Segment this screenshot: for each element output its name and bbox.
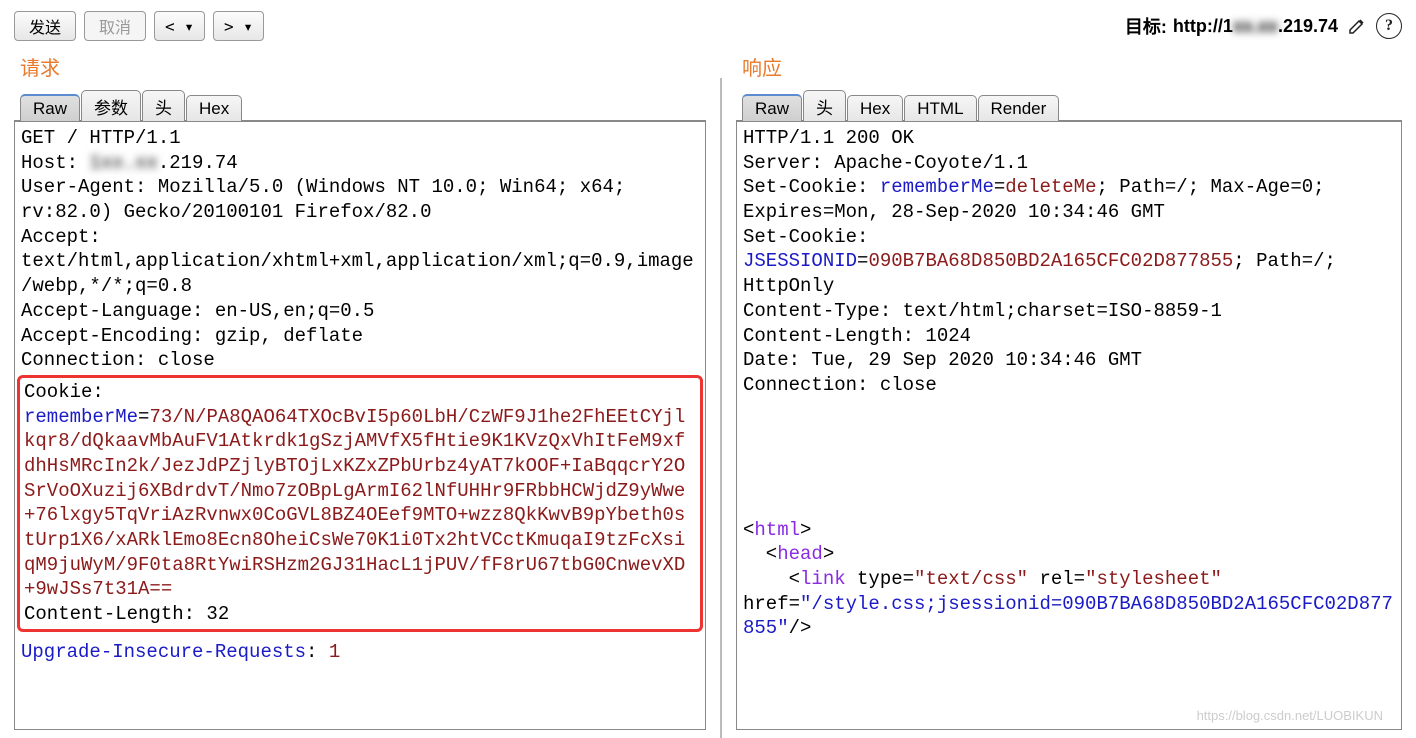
response-title: 响应 <box>742 52 1402 81</box>
response-raw[interactable]: HTTP/1.1 200 OK Server: Apache-Coyote/1.… <box>737 122 1401 729</box>
cancel-button[interactable]: 取消 <box>84 11 146 41</box>
body-html-open: <html> <box>743 518 1395 543</box>
set-cookie-2: Set-Cookie: JSESSIONID=090B7BA68D850BD2A… <box>743 225 1395 299</box>
target-prefix: 目标: <box>1125 13 1167 39</box>
cookie-label: Cookie: <box>24 380 696 405</box>
body-head-open: <head> <box>743 542 1395 567</box>
target-url-prefix: http://1 <box>1173 16 1233 36</box>
tab-resp-headers[interactable]: 头 <box>803 90 846 121</box>
next-button[interactable]: > ▾ <box>213 11 264 41</box>
request-raw[interactable]: GET / HTTP/1.1 Host: 1xx.xx.219.74 User-… <box>15 122 705 729</box>
accept-enc-header: Accept-Encoding: gzip, deflate <box>21 324 699 349</box>
tab-resp-raw[interactable]: Raw <box>742 94 802 121</box>
connection-header: Connection: close <box>21 348 699 373</box>
accept-header: Accept: text/html,application/xhtml+xml,… <box>21 225 699 299</box>
prev-button[interactable]: < ▾ <box>154 11 205 41</box>
cookie-highlight: Cookie: rememberMe=73/N/PA8QAO64TXOcBvI5… <box>17 375 703 632</box>
request-pane: 请求 Raw 参数 头 Hex GET / HTTP/1.1 Host: 1xx… <box>0 48 720 738</box>
date-header: Date: Tue, 29 Sep 2020 10:34:46 GMT <box>743 348 1395 373</box>
target-url-blur: xx.xx <box>1233 16 1278 36</box>
tab-resp-html[interactable]: HTML <box>904 95 976 121</box>
server-header: Server: Apache-Coyote/1.1 <box>743 151 1395 176</box>
tab-hex[interactable]: Hex <box>186 95 242 121</box>
tab-headers[interactable]: 头 <box>142 90 185 121</box>
host-header: Host: 1xx.xx.219.74 <box>21 151 699 176</box>
content-length-header: Content-Length: 1024 <box>743 324 1395 349</box>
request-title: 请求 <box>20 52 706 81</box>
status-line: HTTP/1.1 200 OK <box>743 126 1395 151</box>
send-button[interactable]: 发送 <box>14 11 76 41</box>
response-tabs: Raw 头 Hex HTML Render <box>736 89 1402 122</box>
tab-resp-render[interactable]: Render <box>978 95 1060 121</box>
response-pane: 响应 Raw 头 Hex HTML Render HTTP/1.1 200 OK… <box>722 48 1416 738</box>
body-link: <link type="text/css" rel="stylesheet" h… <box>743 567 1395 641</box>
request-line: GET / HTTP/1.1 <box>21 126 699 151</box>
content-length-header: Content-Length: 32 <box>24 602 696 627</box>
tab-resp-hex[interactable]: Hex <box>847 95 903 121</box>
accept-lang-header: Accept-Language: en-US,en;q=0.5 <box>21 299 699 324</box>
user-agent-header: User-Agent: Mozilla/5.0 (Windows NT 10.0… <box>21 175 699 224</box>
cookie-content: rememberMe=73/N/PA8QAO64TXOcBvI5p60LbH/C… <box>24 405 696 603</box>
top-toolbar: 发送 取消 < ▾ > ▾ 目标: http://1xx.xx.219.74 ? <box>0 0 1416 48</box>
target-label: 目标: http://1xx.xx.219.74 ? <box>1125 13 1402 39</box>
edit-icon[interactable] <box>1344 13 1370 39</box>
request-tabs: Raw 参数 头 Hex <box>14 89 706 122</box>
target-url-suffix: .219.74 <box>1278 16 1338 36</box>
content-type-header: Content-Type: text/html;charset=ISO-8859… <box>743 299 1395 324</box>
upgrade-insecure-header: Upgrade-Insecure-Requests: 1 <box>21 640 699 665</box>
connection-header: Connection: close <box>743 373 1395 398</box>
help-icon[interactable]: ? <box>1376 13 1402 39</box>
set-cookie-1: Set-Cookie: rememberMe=deleteMe; Path=/;… <box>743 175 1395 224</box>
tab-params[interactable]: 参数 <box>81 90 141 121</box>
tab-raw[interactable]: Raw <box>20 94 80 121</box>
